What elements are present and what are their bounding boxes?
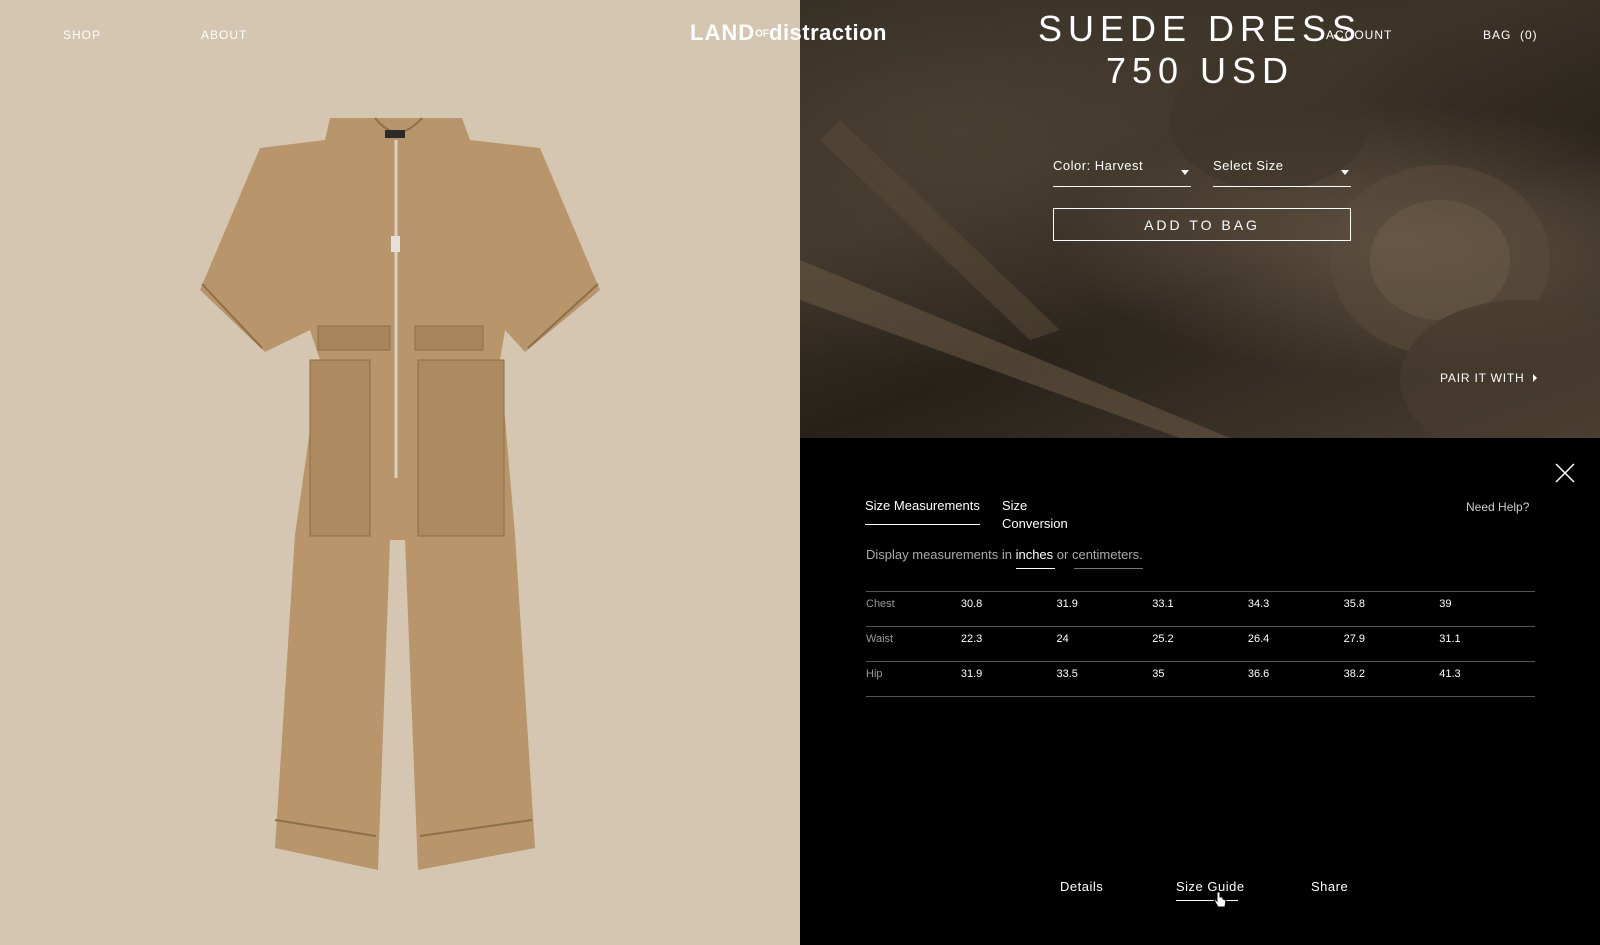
product-name: SUEDE DRESS: [1037, 8, 1363, 49]
close-icon[interactable]: [1554, 462, 1576, 484]
table-cell: 36.6: [1247, 668, 1270, 680]
bag-label: BAG: [1483, 28, 1512, 42]
product-price: 750 USD: [1105, 50, 1295, 91]
centimeters-underline: [1074, 568, 1143, 569]
tab-size-measurements[interactable]: Size Measurements: [865, 497, 980, 525]
size-select-value: Select Size: [1213, 158, 1284, 173]
add-to-bag-button[interactable]: ADD TO BAG: [1053, 208, 1351, 241]
chevron-down-icon: [1181, 170, 1189, 175]
tab-size-guide-label: Size Guide: [1176, 879, 1245, 894]
product-image-panel: [0, 0, 800, 945]
product-image-jumpsuit: [200, 117, 600, 870]
size-measurements-table: Chest 30.8 31.9 33.1 34.3 35.8 39 Waist 22.3 24 25…: [866, 591, 1535, 697]
logo-of: OF: [755, 28, 769, 40]
tab-size-conversion[interactable]: Size Conversion: [1002, 497, 1068, 533]
hand-cursor-icon: [1213, 891, 1227, 908]
row-label: Chest: [866, 598, 895, 610]
tab-details[interactable]: Details: [1060, 879, 1103, 894]
active-tab-underline: [1176, 900, 1238, 901]
color-select[interactable]: Color: Harvest: [1053, 158, 1191, 187]
table-cell: 22.3: [960, 633, 983, 645]
color-select-value: Color: Harvest: [1053, 158, 1144, 173]
unit-inches-option[interactable]: inches: [1016, 547, 1054, 562]
table-cell: 35.8: [1343, 598, 1365, 610]
pair-it-with-label: PAIR IT WITH: [1440, 371, 1525, 385]
site-logo[interactable]: LANDOFdistraction: [690, 20, 887, 46]
tab-size-guide[interactable]: Size Guide: [1176, 879, 1245, 901]
bag-count: (0): [1520, 28, 1538, 42]
nav-about[interactable]: ABOUT: [201, 28, 247, 42]
table-cell: 33.5: [1056, 668, 1078, 680]
table-cell: 35: [1152, 668, 1165, 680]
table-cell: 24: [1056, 633, 1069, 645]
unit-centimeters-option[interactable]: centimeters.: [1072, 547, 1143, 562]
table-row: Hip 31.9 33.5 35 36.6 38.2 41.3: [866, 661, 1535, 697]
tab-size-measurements-label: Size Measurements: [865, 498, 980, 513]
table-cell: 27.9: [1343, 633, 1365, 645]
table-row: Waist 22.3 24 25.2 26.4 27.9 31.1: [866, 626, 1535, 662]
nav-bag[interactable]: BAG (0): [1483, 28, 1538, 42]
table-cell: 31.9: [960, 668, 983, 680]
caret-right-icon: [1532, 374, 1537, 382]
logo-land: LAND: [690, 20, 756, 45]
chevron-down-icon: [1341, 170, 1349, 175]
table-cell: 41.3: [1439, 668, 1461, 680]
row-label: Hip: [866, 668, 883, 680]
row-label: Waist: [866, 633, 894, 645]
unit-toggle-line: Display measurements in inches or centim…: [866, 547, 1143, 562]
size-select[interactable]: Select Size: [1213, 158, 1351, 187]
logo-distraction: distraction: [769, 20, 887, 45]
table-cell: 31.9: [1056, 598, 1078, 610]
inches-underline: [1016, 568, 1055, 569]
pair-it-with-link[interactable]: PAIR IT WITH: [1440, 371, 1537, 385]
product-heading: SUEDE DRESS 750 USD: [1000, 8, 1400, 92]
tab-size-conversion-line1: Size: [1002, 498, 1028, 513]
need-help-link[interactable]: Need Help?: [1466, 500, 1529, 514]
tab-share[interactable]: Share: [1311, 879, 1348, 894]
table-cell: 34.3: [1247, 598, 1270, 610]
table-cell: 39: [1439, 598, 1452, 610]
table-row: Chest 30.8 31.9 33.1 34.3 35.8 39: [866, 591, 1535, 627]
nav-shop[interactable]: SHOP: [63, 28, 101, 42]
tab-size-conversion-line2: Conversion: [1002, 516, 1068, 531]
table-cell: 26.4: [1247, 633, 1270, 645]
table-cell: 31.1: [1439, 633, 1461, 645]
active-tab-underline: [865, 524, 980, 525]
display-prefix: Display measurements in: [866, 547, 1012, 562]
display-or: or: [1056, 547, 1069, 562]
table-cell: 25.2: [1152, 633, 1174, 645]
table-cell: 33.1: [1152, 598, 1174, 610]
table-cell: 38.2: [1343, 668, 1365, 680]
table-cell: 30.8: [960, 598, 983, 610]
